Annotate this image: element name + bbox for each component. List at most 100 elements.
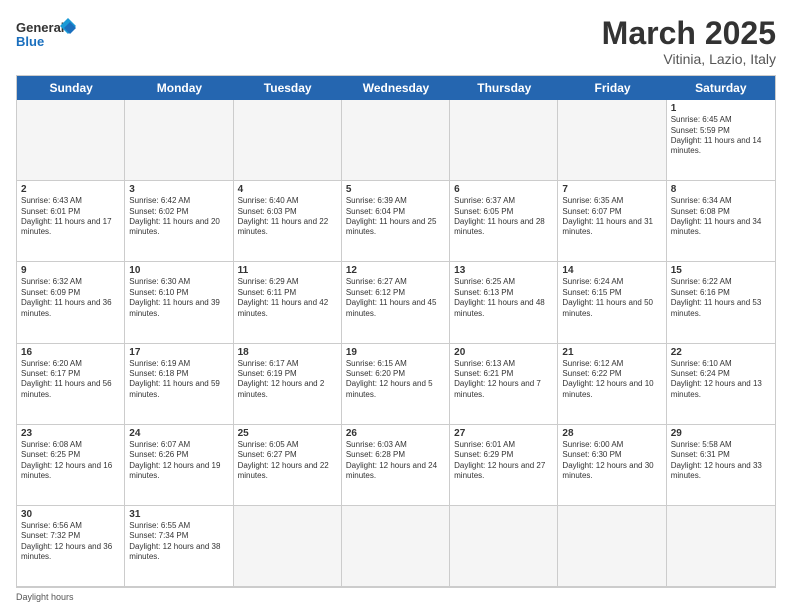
day-number: 25 — [238, 428, 337, 439]
day-number: 12 — [346, 265, 445, 276]
table-row: 8Sunrise: 6:34 AM Sunset: 6:08 PM Daylig… — [667, 181, 775, 262]
svg-text:Blue: Blue — [16, 34, 44, 49]
table-row: 13Sunrise: 6:25 AM Sunset: 6:13 PM Dayli… — [450, 262, 558, 343]
table-row — [667, 506, 775, 587]
day-header-thursday: Thursday — [450, 76, 558, 100]
day-number: 16 — [21, 347, 120, 358]
day-info: Sunrise: 6:10 AM Sunset: 6:24 PM Dayligh… — [671, 359, 771, 401]
table-row — [125, 100, 233, 181]
generalblue-logo-icon: General Blue — [16, 16, 76, 54]
day-number: 14 — [562, 265, 661, 276]
day-number: 7 — [562, 184, 661, 195]
day-number: 13 — [454, 265, 553, 276]
table-row: 29Sunrise: 5:58 AM Sunset: 6:31 PM Dayli… — [667, 425, 775, 506]
table-row: 15Sunrise: 6:22 AM Sunset: 6:16 PM Dayli… — [667, 262, 775, 343]
day-info: Sunrise: 6:30 AM Sunset: 6:10 PM Dayligh… — [129, 277, 228, 319]
location-subtitle: Vitinia, Lazio, Italy — [602, 51, 776, 67]
table-row: 28Sunrise: 6:00 AM Sunset: 6:30 PM Dayli… — [558, 425, 666, 506]
day-info: Sunrise: 6:39 AM Sunset: 6:04 PM Dayligh… — [346, 196, 445, 238]
table-row: 6Sunrise: 6:37 AM Sunset: 6:05 PM Daylig… — [450, 181, 558, 262]
day-info: Sunrise: 6:56 AM Sunset: 7:32 PM Dayligh… — [21, 521, 120, 563]
table-row: 4Sunrise: 6:40 AM Sunset: 6:03 PM Daylig… — [234, 181, 342, 262]
day-info: Sunrise: 6:55 AM Sunset: 7:34 PM Dayligh… — [129, 521, 228, 563]
table-row: 10Sunrise: 6:30 AM Sunset: 6:10 PM Dayli… — [125, 262, 233, 343]
day-info: Sunrise: 6:01 AM Sunset: 6:29 PM Dayligh… — [454, 440, 553, 482]
title-block: March 2025 Vitinia, Lazio, Italy — [602, 16, 776, 67]
table-row: 7Sunrise: 6:35 AM Sunset: 6:07 PM Daylig… — [558, 181, 666, 262]
table-row: 26Sunrise: 6:03 AM Sunset: 6:28 PM Dayli… — [342, 425, 450, 506]
day-number: 30 — [21, 509, 120, 520]
day-number: 6 — [454, 184, 553, 195]
day-number: 22 — [671, 347, 771, 358]
bottom-note: Daylight hours — [16, 588, 776, 602]
calendar-grid: 1Sunrise: 6:45 AM Sunset: 5:59 PM Daylig… — [17, 100, 775, 587]
table-row — [558, 100, 666, 181]
day-number: 27 — [454, 428, 553, 439]
table-row: 27Sunrise: 6:01 AM Sunset: 6:29 PM Dayli… — [450, 425, 558, 506]
table-row: 20Sunrise: 6:13 AM Sunset: 6:21 PM Dayli… — [450, 344, 558, 425]
day-info: Sunrise: 6:19 AM Sunset: 6:18 PM Dayligh… — [129, 359, 228, 401]
day-number: 5 — [346, 184, 445, 195]
logo: General Blue — [16, 16, 76, 54]
day-info: Sunrise: 6:15 AM Sunset: 6:20 PM Dayligh… — [346, 359, 445, 401]
page: General Blue March 2025 Vitinia, Lazio, … — [0, 0, 792, 612]
table-row — [17, 100, 125, 181]
day-number: 19 — [346, 347, 445, 358]
day-info: Sunrise: 6:25 AM Sunset: 6:13 PM Dayligh… — [454, 277, 553, 319]
day-info: Sunrise: 6:08 AM Sunset: 6:25 PM Dayligh… — [21, 440, 120, 482]
day-number: 21 — [562, 347, 661, 358]
table-row: 23Sunrise: 6:08 AM Sunset: 6:25 PM Dayli… — [17, 425, 125, 506]
table-row: 22Sunrise: 6:10 AM Sunset: 6:24 PM Dayli… — [667, 344, 775, 425]
day-header-sunday: Sunday — [17, 76, 125, 100]
day-header-friday: Friday — [558, 76, 666, 100]
table-row: 24Sunrise: 6:07 AM Sunset: 6:26 PM Dayli… — [125, 425, 233, 506]
table-row — [450, 100, 558, 181]
day-number: 4 — [238, 184, 337, 195]
table-row — [558, 506, 666, 587]
table-row: 21Sunrise: 6:12 AM Sunset: 6:22 PM Dayli… — [558, 344, 666, 425]
svg-text:General: General — [16, 20, 64, 35]
day-info: Sunrise: 6:40 AM Sunset: 6:03 PM Dayligh… — [238, 196, 337, 238]
day-info: Sunrise: 6:13 AM Sunset: 6:21 PM Dayligh… — [454, 359, 553, 401]
day-info: Sunrise: 6:03 AM Sunset: 6:28 PM Dayligh… — [346, 440, 445, 482]
day-info: Sunrise: 6:17 AM Sunset: 6:19 PM Dayligh… — [238, 359, 337, 401]
table-row: 31Sunrise: 6:55 AM Sunset: 7:34 PM Dayli… — [125, 506, 233, 587]
table-row: 16Sunrise: 6:20 AM Sunset: 6:17 PM Dayli… — [17, 344, 125, 425]
day-info: Sunrise: 6:32 AM Sunset: 6:09 PM Dayligh… — [21, 277, 120, 319]
day-info: Sunrise: 6:12 AM Sunset: 6:22 PM Dayligh… — [562, 359, 661, 401]
day-info: Sunrise: 6:22 AM Sunset: 6:16 PM Dayligh… — [671, 277, 771, 319]
day-info: Sunrise: 6:29 AM Sunset: 6:11 PM Dayligh… — [238, 277, 337, 319]
day-header-tuesday: Tuesday — [234, 76, 342, 100]
table-row — [342, 506, 450, 587]
day-number: 2 — [21, 184, 120, 195]
table-row — [450, 506, 558, 587]
day-header-wednesday: Wednesday — [342, 76, 450, 100]
day-info: Sunrise: 6:00 AM Sunset: 6:30 PM Dayligh… — [562, 440, 661, 482]
month-title: March 2025 — [602, 16, 776, 51]
day-info: Sunrise: 6:07 AM Sunset: 6:26 PM Dayligh… — [129, 440, 228, 482]
day-number: 23 — [21, 428, 120, 439]
day-number: 8 — [671, 184, 771, 195]
table-row: 17Sunrise: 6:19 AM Sunset: 6:18 PM Dayli… — [125, 344, 233, 425]
table-row — [234, 100, 342, 181]
day-headers-row: SundayMondayTuesdayWednesdayThursdayFrid… — [17, 76, 775, 100]
day-info: Sunrise: 6:45 AM Sunset: 5:59 PM Dayligh… — [671, 115, 771, 157]
day-number: 17 — [129, 347, 228, 358]
day-info: Sunrise: 6:42 AM Sunset: 6:02 PM Dayligh… — [129, 196, 228, 238]
table-row: 30Sunrise: 6:56 AM Sunset: 7:32 PM Dayli… — [17, 506, 125, 587]
table-row: 14Sunrise: 6:24 AM Sunset: 6:15 PM Dayli… — [558, 262, 666, 343]
day-number: 29 — [671, 428, 771, 439]
day-info: Sunrise: 5:58 AM Sunset: 6:31 PM Dayligh… — [671, 440, 771, 482]
day-info: Sunrise: 6:43 AM Sunset: 6:01 PM Dayligh… — [21, 196, 120, 238]
table-row — [234, 506, 342, 587]
day-info: Sunrise: 6:05 AM Sunset: 6:27 PM Dayligh… — [238, 440, 337, 482]
day-number: 24 — [129, 428, 228, 439]
day-number: 10 — [129, 265, 228, 276]
day-number: 1 — [671, 103, 771, 114]
table-row: 11Sunrise: 6:29 AM Sunset: 6:11 PM Dayli… — [234, 262, 342, 343]
table-row: 25Sunrise: 6:05 AM Sunset: 6:27 PM Dayli… — [234, 425, 342, 506]
day-number: 15 — [671, 265, 771, 276]
table-row: 1Sunrise: 6:45 AM Sunset: 5:59 PM Daylig… — [667, 100, 775, 181]
table-row — [342, 100, 450, 181]
table-row: 18Sunrise: 6:17 AM Sunset: 6:19 PM Dayli… — [234, 344, 342, 425]
